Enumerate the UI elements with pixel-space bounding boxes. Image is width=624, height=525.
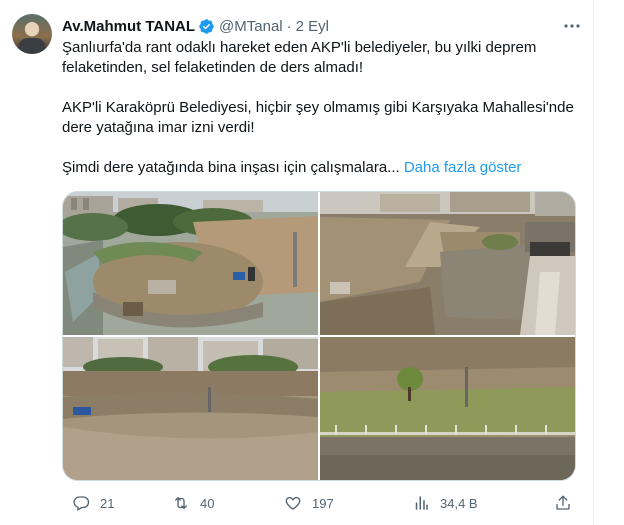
views-count: 34,4 B (440, 495, 478, 511)
tweet[interactable]: Av.Mahmut TANAL @MTanal · 2 Eyl Şanlıurf… (0, 0, 593, 525)
views-button[interactable]: 34,4 B (412, 492, 478, 514)
tweet-paragraph-1: Şanlıurfa'da rant odaklı hareket eden AK… (62, 39, 537, 76)
show-more-link[interactable]: Daha fazla göster (404, 159, 522, 176)
views-icon (415, 496, 428, 510)
heart-icon (285, 496, 301, 510)
tweet-actions: 21 40 197 34,4 B (62, 492, 582, 514)
like-button[interactable]: 197 (284, 492, 334, 514)
avatar[interactable] (12, 14, 52, 54)
timeline-divider (593, 0, 594, 525)
tweet-date[interactable]: 2 Eyl (296, 18, 329, 35)
reply-button[interactable]: 21 (72, 492, 114, 514)
tweet-paragraph-2: AKP'li Karaköprü Belediyesi, hiçbir şey … (62, 99, 574, 136)
reply-icon (73, 496, 90, 511)
tweet-text: Şanlıurfa'da rant odaklı hareket eden AK… (62, 38, 582, 178)
tweet-paragraph-3: Şimdi dere yatağında bina inşası için ça… (62, 159, 400, 176)
retweet-button[interactable]: 40 (172, 492, 214, 514)
tweet-header: Av.Mahmut TANAL @MTanal · 2 Eyl (62, 16, 329, 36)
media-photo-4[interactable] (320, 337, 575, 480)
author-name[interactable]: Av.Mahmut TANAL (62, 18, 195, 35)
retweet-count: 40 (200, 495, 215, 511)
media-photo-1[interactable] (63, 192, 318, 335)
retweet-icon (175, 497, 187, 509)
reply-count: 21 (100, 495, 115, 511)
media-photo-2[interactable] (320, 192, 575, 335)
media-grid (62, 191, 576, 481)
media-photo-3[interactable] (63, 337, 318, 480)
header-separator: · (286, 17, 292, 35)
like-count: 197 (312, 495, 334, 511)
more-icon[interactable] (562, 18, 582, 34)
share-button[interactable] (554, 492, 582, 514)
verified-badge-icon (199, 18, 214, 34)
tweet-paragraph-3-wrap: Şimdi dere yatağında bina inşası için ça… (62, 158, 582, 178)
author-handle[interactable]: @MTanal (219, 18, 283, 35)
share-icon (556, 495, 570, 510)
